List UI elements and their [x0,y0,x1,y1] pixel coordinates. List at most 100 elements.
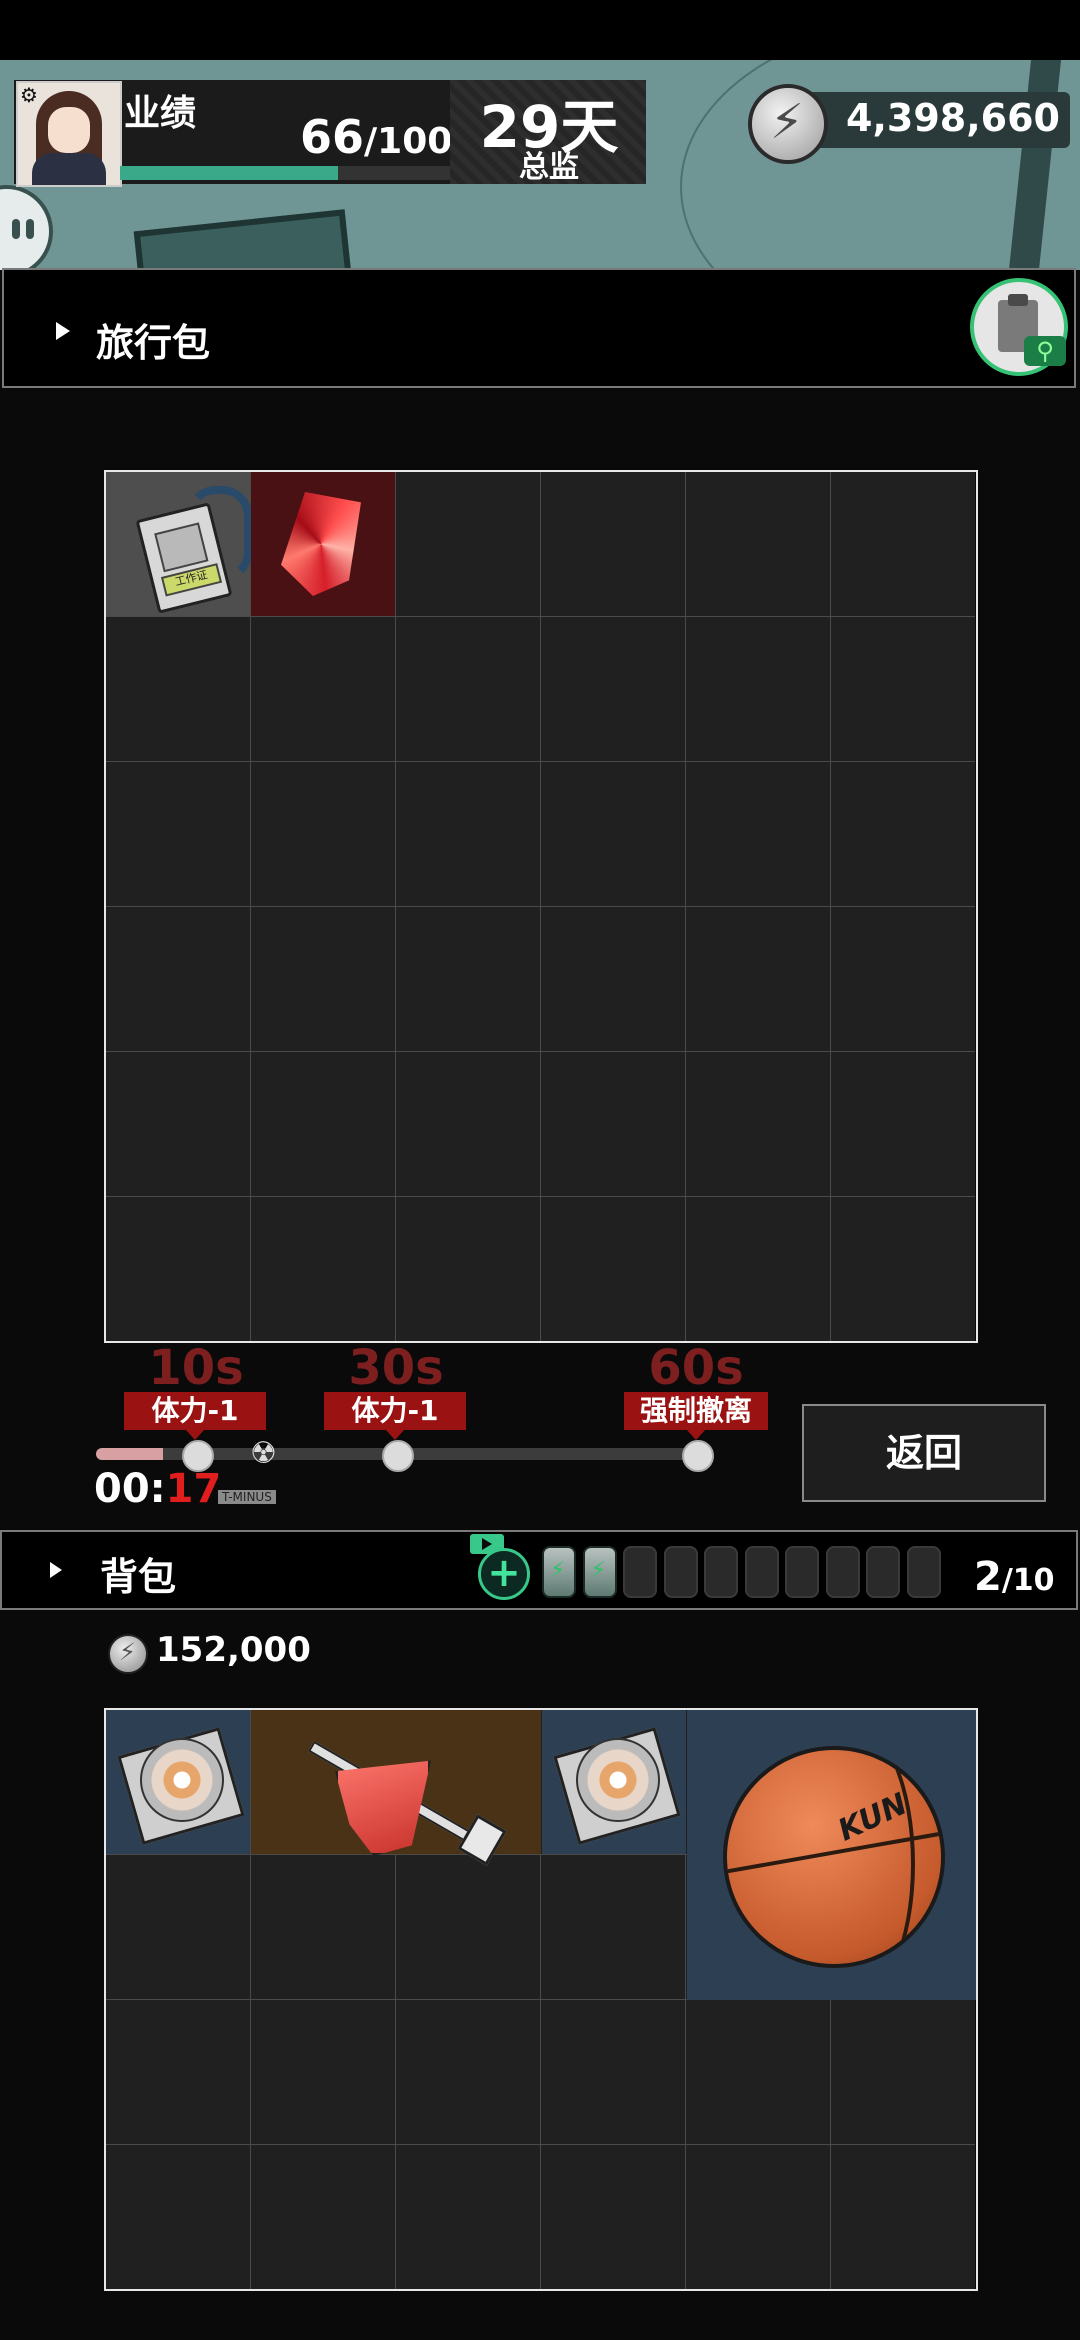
radiation-icon: ☢ [250,1436,277,1471]
coin-value: 4,398,660 [846,96,1060,140]
grid-cell[interactable] [541,762,686,907]
backpack-coin-value: 152,000 [156,1630,311,1670]
battery-empty-icon [744,1546,779,1598]
grid-cell[interactable] [396,2145,541,2289]
grid-cell[interactable] [541,2145,686,2289]
milestone-effect: 体力-1 [124,1392,266,1440]
grid-cell[interactable] [106,617,251,762]
grid-cell[interactable] [396,472,541,617]
grid-cell[interactable] [106,1052,251,1197]
expand-arrow-icon[interactable] [56,322,70,340]
grid-cell[interactable] [251,1052,396,1197]
avatar[interactable]: ⚙ [16,81,122,187]
grid-cell[interactable] [686,2145,831,2289]
battery-empty-icon [785,1546,819,1598]
grid-cell[interactable] [106,1855,251,2000]
item-red-crystal[interactable] [251,472,395,616]
grid-cell[interactable] [831,907,975,1052]
grid-cell[interactable] [831,1197,975,1341]
grid-cell[interactable] [686,617,831,762]
grid-cell[interactable] [541,1052,686,1197]
grid-cell[interactable] [541,472,686,617]
performance-value: 66/100 [300,110,453,164]
grid-cell[interactable] [541,1855,686,2000]
grid-cell[interactable] [831,762,975,907]
performance-label: 业绩 [124,93,197,134]
grid-cell[interactable] [396,1855,541,2000]
lightning-coin-icon: ⚡ [108,1634,148,1674]
battery-empty-icon [866,1546,900,1598]
grid-cell[interactable] [541,907,686,1052]
milestone-marker [682,1440,714,1472]
travel-bag-title: 旅行包 [96,321,211,365]
grid-cell[interactable] [396,2000,541,2145]
backpack-title: 背包 [100,1555,177,1599]
milestone-effect: 强制撤离 [624,1392,768,1440]
milestone-time: 10s [148,1340,244,1396]
grid-cell[interactable] [396,617,541,762]
backpack-capacity: 2/10 [974,1554,1055,1600]
grid-cell[interactable] [106,907,251,1052]
battery-full-icon [582,1546,617,1598]
grid-cell[interactable] [251,762,396,907]
grid-cell[interactable] [686,2000,831,2145]
grid-cell[interactable] [831,472,975,617]
gear-icon[interactable]: ⚙ [20,83,38,107]
battery-empty-icon [704,1546,738,1598]
grid-cell[interactable] [251,907,396,1052]
grid-cell[interactable] [106,2000,251,2145]
scene-poster [133,209,359,270]
rank-label: 总监 [519,150,579,185]
inspect-clipboard-button[interactable]: ⚲ [970,278,1068,376]
expand-arrow-icon[interactable] [50,1562,62,1578]
item-disc-case[interactable] [106,1710,250,1854]
item-disc-case[interactable] [542,1710,686,1854]
grid-cell[interactable] [686,1197,831,1341]
grid-cell[interactable] [106,2145,251,2289]
grid-cell[interactable] [106,762,251,907]
grid-cell[interactable] [251,1855,396,2000]
item-work-badge[interactable]: 工作证 [106,472,252,616]
grid-cell[interactable] [831,2145,975,2289]
grid-cell[interactable] [831,1052,975,1197]
grid-cell[interactable] [686,472,831,617]
grid-cell[interactable] [396,1052,541,1197]
grid-cell[interactable] [251,1197,396,1341]
grid-cell[interactable] [396,1197,541,1341]
grid-cell[interactable] [251,617,396,762]
grid-cell[interactable] [686,907,831,1052]
search-icon: ⚲ [1024,336,1066,366]
grid-cell[interactable] [251,2145,396,2289]
performance-bar-fill [120,166,338,180]
battery-empty-icon [906,1546,941,1598]
grid-cell[interactable] [251,2000,396,2145]
milestone-time: 60s [648,1340,744,1396]
grid-cell[interactable] [541,617,686,762]
tminus-label: T-MINUS [218,1490,276,1504]
battery-full-icon [542,1546,576,1598]
milestone-time: 30s [348,1340,444,1396]
status-bar [0,0,1080,60]
item-basketball[interactable]: KUN [687,1710,976,2000]
milestone-effect: 体力-1 [324,1392,466,1440]
return-button[interactable]: 返回 [802,1404,1046,1502]
timeline-progress [96,1448,164,1460]
grid-cell[interactable] [396,907,541,1052]
grid-cell[interactable] [541,1197,686,1341]
grid-cell[interactable] [831,617,975,762]
item-gem-with-shovel[interactable] [251,1710,541,1866]
grid-cell[interactable] [686,1052,831,1197]
grid-cell[interactable] [396,762,541,907]
mascot-icon[interactable] [0,185,53,270]
battery-empty-icon [825,1546,860,1598]
lightning-coin-icon: ⚡ [748,84,828,164]
battery-empty-icon [663,1546,698,1598]
grid-cell[interactable] [541,2000,686,2145]
grid-cell[interactable] [686,762,831,907]
milestone-marker [382,1440,414,1472]
add-capacity-button[interactable]: + [478,1548,530,1600]
grid-cell[interactable] [831,2000,975,2145]
grid-cell[interactable] [106,1197,251,1341]
countdown-timer: 00:17 [94,1466,222,1512]
battery-empty-icon [623,1546,657,1598]
